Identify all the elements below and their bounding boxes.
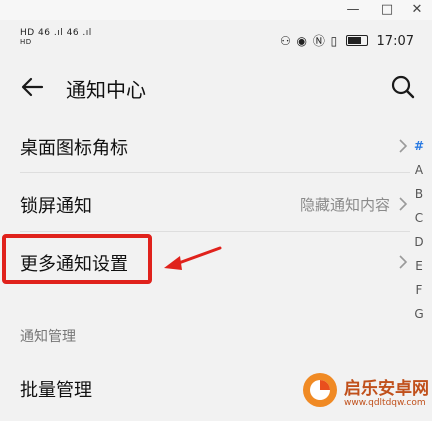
watermark-url: www.qdltdqw.com [344,398,426,408]
divider [20,231,410,232]
close-button[interactable]: ✕ [402,0,432,20]
watermark-brand: 启乐安卓网 [344,379,429,399]
list-item-label: 批量管理 [20,380,92,401]
status-bar: HD 46 .ıl 46 .ıl HD ⚇ ◉ Ⓝ ▯ 17:07 [0,20,432,60]
status-icons: ⚇ ◉ Ⓝ ▯ [279,34,339,48]
back-arrow-icon[interactable] [18,72,48,102]
alphabet-index[interactable]: # A B C D E F G [406,134,432,326]
maximize-button[interactable]: □ [372,0,402,20]
hd-indicator: HD [20,38,32,46]
index-letter[interactable]: F [406,278,432,302]
lockscreen-value: 隐藏通知内容 [299,196,390,214]
list-item-desktop-badge[interactable]: 桌面图标角标 [0,122,432,170]
list-item-label: 锁屏通知 [20,196,92,217]
signal-icons: HD 46 .ıl 46 .ıl [20,28,92,38]
status-time: 17:07 [376,34,414,49]
signal-indicators: HD 46 .ıl 46 .ıl HD [20,28,92,46]
minimize-button[interactable]: — [338,0,368,20]
window-title-bar: — □ ✕ [0,0,432,20]
section-title: 通知管理 [20,329,76,345]
app-header: 通知中心 [0,62,432,112]
page-title: 通知中心 [66,78,146,102]
index-letter[interactable]: C [406,206,432,230]
pointer-arrow-icon [160,244,226,274]
battery-icon [346,35,369,46]
list-item-label: 桌面图标角标 [20,138,128,159]
highlight-box [2,234,152,284]
index-letter[interactable]: B [406,182,432,206]
index-letter[interactable]: E [406,254,432,278]
index-letter[interactable]: D [406,230,432,254]
index-letter[interactable]: A [406,158,432,182]
index-letter[interactable]: # [406,134,432,158]
index-letter[interactable]: G [406,302,432,326]
watermark: 启乐安卓网 www.qdltdqw.com [300,368,432,421]
divider [20,172,410,173]
list-item-lockscreen[interactable]: 锁屏通知 隐藏通知内容 [0,180,432,228]
search-icon[interactable] [388,72,418,102]
watermark-logo-icon [300,370,340,410]
status-right: ⚇ ◉ Ⓝ ▯ 17:07 [280,32,414,49]
